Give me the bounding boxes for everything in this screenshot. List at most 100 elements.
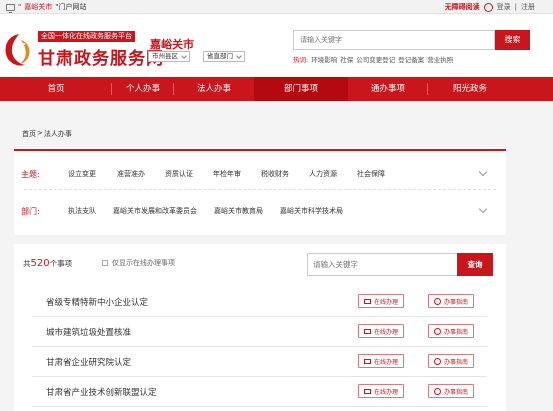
- login-link[interactable]: 登录: [497, 0, 511, 14]
- department-option[interactable]: 嘉峪关市教育局: [214, 206, 263, 216]
- chevron-down-icon: [236, 52, 242, 59]
- register-link[interactable]: 注册: [521, 0, 535, 14]
- guide-button[interactable]: 办事指南: [428, 294, 475, 308]
- hot-words: 热词: 环境影响 社保 公司变更登记 登记备案 营业执照: [293, 54, 453, 64]
- top-bar: " 嘉峪关市 "门户网站 无障碍阅读 登录 | 注册: [0, 0, 553, 14]
- monitor-icon: [364, 388, 371, 394]
- guide-button[interactable]: 办事指南: [428, 354, 475, 368]
- monitor-icon: [364, 358, 371, 364]
- theme-option[interactable]: 年检年审: [213, 169, 241, 179]
- online-apply-button[interactable]: 在线办理: [358, 294, 405, 308]
- item-count: 共 520 个事项: [23, 258, 72, 269]
- monitor-icon: [6, 3, 15, 13]
- district-select[interactable]: 市州县区: [148, 51, 190, 62]
- department-option[interactable]: 嘉峪关市科学技术局: [280, 206, 343, 216]
- compass-icon: [434, 387, 441, 395]
- portal-link[interactable]: " 嘉峪关市 "门户网站: [6, 0, 86, 14]
- query-button[interactable]: 查询: [457, 253, 493, 276]
- site-search-button[interactable]: 搜索: [495, 30, 530, 50]
- portal-city: 嘉峪关市: [24, 3, 53, 11]
- department-option[interactable]: 执法支队: [68, 206, 96, 216]
- item-row: 省级专精特新中小企业认定 在线办理 办事指南: [32, 287, 487, 317]
- hot-word[interactable]: 登记备案: [398, 54, 424, 64]
- theme-option[interactable]: 资质认证: [165, 169, 193, 179]
- portal-suffix: "门户网站: [55, 3, 87, 11]
- theme-option[interactable]: 人力资源: [309, 169, 337, 179]
- hot-word[interactable]: 社保: [340, 54, 353, 64]
- accessibility-link[interactable]: 无障碍阅读: [445, 0, 480, 14]
- nav-department[interactable]: 部门事项: [254, 77, 348, 101]
- hot-words-label: 热词:: [293, 56, 309, 64]
- site-logo-icon: [5, 34, 30, 66]
- site-title[interactable]: 甘肃政务服务网: [38, 44, 164, 69]
- department-label: 部门:: [21, 206, 40, 216]
- hot-word[interactable]: 营业执照: [427, 54, 453, 64]
- nav-common[interactable]: 通办事项: [348, 77, 428, 101]
- theme-option[interactable]: 社会保障: [357, 169, 385, 179]
- guide-button[interactable]: 办事指南: [428, 324, 475, 338]
- guide-label: 办事指南: [444, 388, 469, 396]
- guide-button[interactable]: 办事指南: [428, 384, 475, 398]
- checkbox-icon[interactable]: [102, 260, 108, 266]
- online-apply-button[interactable]: 在线办理: [358, 384, 405, 398]
- nav-personal[interactable]: 个人办事: [112, 77, 174, 101]
- only-online-label: 仅显示在线办理事项: [112, 259, 175, 267]
- theme-option[interactable]: 准营准办: [117, 169, 145, 179]
- main-nav: 首页 个人办事 法人办事 部门事项 通办事项 阳光政务: [0, 77, 553, 101]
- department-select-label: 省直部门: [207, 52, 233, 60]
- filter-panel: 主题: 设立变更 准营准办 资质认证 年检年审 税收财务 人力资源 社会保障 部…: [14, 149, 506, 235]
- district-select-label: 市州县区: [152, 52, 178, 60]
- monitor-icon: [364, 298, 371, 304]
- count-prefix: 共: [23, 259, 31, 268]
- department-filter-row: 部门: 执法支队 嘉峪关市发展和改革委员会 嘉峪关市教育局 嘉峪关市科学技术局: [14, 198, 506, 224]
- item-row: 甘肃省产业技术创新联盟认定 在线办理 办事指南: [32, 377, 487, 407]
- theme-filter-row: 主题: 设立变更 准营准办 资质认证 年检年审 税收财务 人力资源 社会保障: [14, 161, 506, 187]
- site-header: 全国一体化在线政务服务平台 甘肃政务服务网 嘉峪关市 市州县区 省直部门 搜索 …: [0, 14, 553, 76]
- portal-prefix: ": [18, 3, 22, 11]
- count-number: 520: [30, 258, 50, 269]
- theme-option[interactable]: 设立变更: [68, 169, 96, 179]
- guide-label: 办事指南: [444, 358, 469, 366]
- nav-sunshine[interactable]: 阳光政务: [428, 77, 512, 101]
- online-apply-label: 在线办理: [374, 388, 399, 396]
- item-title[interactable]: 甘肃省产业技术创新联盟认定: [46, 386, 157, 398]
- breadcrumb-separator: >: [37, 129, 43, 137]
- compass-icon: [434, 327, 441, 335]
- city-name: 嘉峪关市: [150, 38, 194, 51]
- online-apply-label: 在线办理: [374, 298, 399, 306]
- topbar-divider: |: [514, 3, 517, 11]
- user-icon: [483, 2, 493, 12]
- theme-option[interactable]: 税收财务: [261, 169, 289, 179]
- item-row: 甘肃省企业研究院认定 在线办理 办事指南: [32, 347, 487, 377]
- item-title[interactable]: 城市建筑垃圾处置核准: [46, 326, 131, 338]
- item-row: 城市建筑垃圾处置核准 在线办理 办事指南: [32, 317, 487, 347]
- filter-divider: [24, 189, 496, 190]
- item-title[interactable]: 省级专精特新中小企业认定: [46, 296, 148, 308]
- keyword-input[interactable]: [307, 253, 464, 276]
- guide-label: 办事指南: [444, 328, 469, 336]
- breadcrumb-current: 法人办事: [43, 130, 72, 138]
- expand-themes-icon[interactable]: [478, 167, 488, 177]
- department-select[interactable]: 省直部门: [203, 51, 245, 62]
- only-online-toggle[interactable]: 仅显示在线办理事项: [102, 258, 175, 268]
- items-panel: 共520个事项 仅显示在线办理事项 查询 省级专精特新中小企业认定 在线办理 办…: [14, 244, 506, 411]
- item-title[interactable]: 甘肃省企业研究院认定: [46, 356, 131, 368]
- chevron-down-icon: [181, 52, 187, 59]
- guide-label: 办事指南: [444, 298, 469, 306]
- theme-label: 主题:: [21, 169, 40, 179]
- monitor-icon: [364, 328, 371, 334]
- online-apply-button[interactable]: 在线办理: [358, 354, 405, 368]
- nav-home[interactable]: 首页: [0, 77, 112, 101]
- nav-legal-person[interactable]: 法人办事: [174, 77, 254, 101]
- compass-icon: [434, 297, 441, 305]
- hot-word[interactable]: 环境影响: [311, 54, 337, 64]
- online-apply-button[interactable]: 在线办理: [358, 324, 405, 338]
- compass-icon: [434, 357, 441, 365]
- expand-departments-icon[interactable]: [478, 204, 488, 214]
- breadcrumb-home[interactable]: 首页: [22, 129, 36, 139]
- breadcrumb: 首页 > 法人办事: [22, 129, 72, 139]
- count-suffix: 个事项: [49, 259, 73, 268]
- site-search-input[interactable]: [293, 30, 495, 50]
- department-option[interactable]: 嘉峪关市发展和改革委员会: [113, 206, 197, 216]
- hot-word[interactable]: 公司变更登记: [356, 54, 395, 64]
